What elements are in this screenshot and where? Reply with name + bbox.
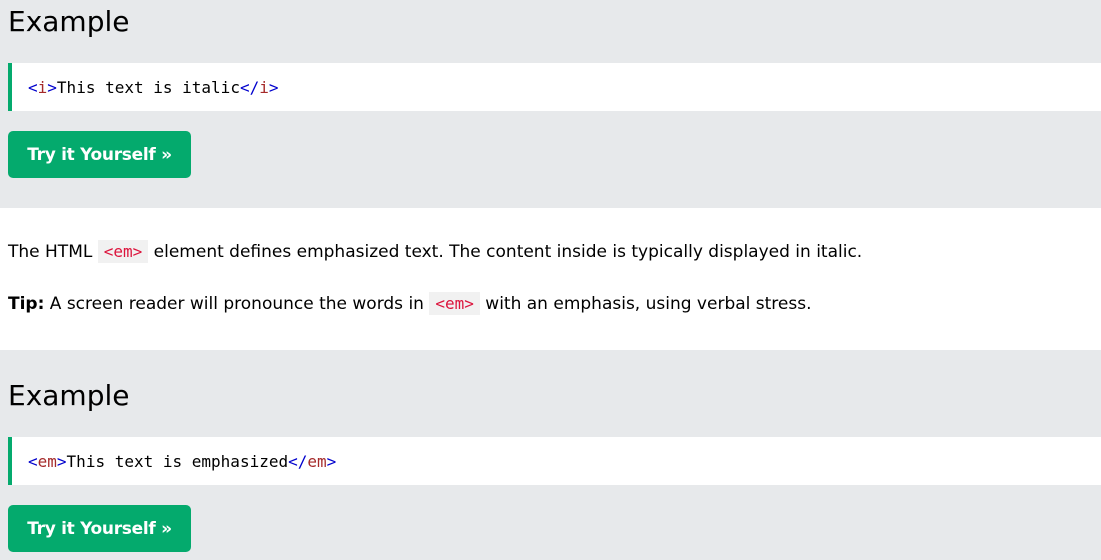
description-section: The HTML <em> element defines emphasized… bbox=[0, 208, 1101, 350]
code-tag-bracket: > bbox=[56, 451, 67, 471]
inline-code-em: <em> bbox=[429, 292, 480, 315]
code-tag-bracket: </ bbox=[239, 77, 260, 97]
inline-code-em: <em> bbox=[97, 240, 149, 263]
tip-paragraph: Tip: A screen reader will pronounce the … bbox=[8, 292, 812, 316]
code-tag-bracket: </ bbox=[288, 451, 308, 471]
code-tag-bracket: < bbox=[28, 77, 38, 97]
tip-label: Tip: bbox=[8, 294, 45, 314]
description-paragraph: The HTML <em> element defines emphasized… bbox=[8, 240, 862, 264]
code-tag-name: i bbox=[37, 77, 48, 97]
code-tag-bracket: > bbox=[47, 77, 57, 97]
code-tag-bracket: > bbox=[326, 451, 337, 471]
example-box-italic: Example < i > This text is italic </i > Try i… bbox=[0, 0, 1101, 208]
tip-text: with an emphasis, using verbal stress. bbox=[479, 294, 812, 314]
tip-text: A screen reader will pronounce the words… bbox=[44, 294, 430, 314]
code-tag-name: em bbox=[307, 451, 327, 471]
code-tag-bracket: > bbox=[268, 77, 279, 97]
code-tag-bracket: < bbox=[28, 451, 38, 471]
description-text: element defines emphasized text. The con… bbox=[148, 242, 863, 262]
code-content: This text is emphasized bbox=[66, 451, 289, 471]
example-heading: Example bbox=[8, 379, 130, 412]
example-heading: Example bbox=[8, 5, 130, 38]
example-box-emphasized: Example < em > This text is emphasized </em >… bbox=[0, 350, 1101, 560]
code-tag-name: em bbox=[37, 451, 57, 471]
code-example-emphasized: < em > This text is emphasized </em > bbox=[8, 437, 1101, 485]
code-content: This text is italic bbox=[56, 77, 240, 97]
try-it-yourself-button[interactable]: Try it Yourself » bbox=[8, 505, 191, 552]
description-text: The HTML bbox=[8, 242, 98, 262]
code-example-italic: < i > This text is italic </i > bbox=[8, 63, 1101, 111]
code-tag-name: i bbox=[259, 77, 269, 97]
try-it-yourself-button[interactable]: Try it Yourself » bbox=[8, 131, 191, 178]
